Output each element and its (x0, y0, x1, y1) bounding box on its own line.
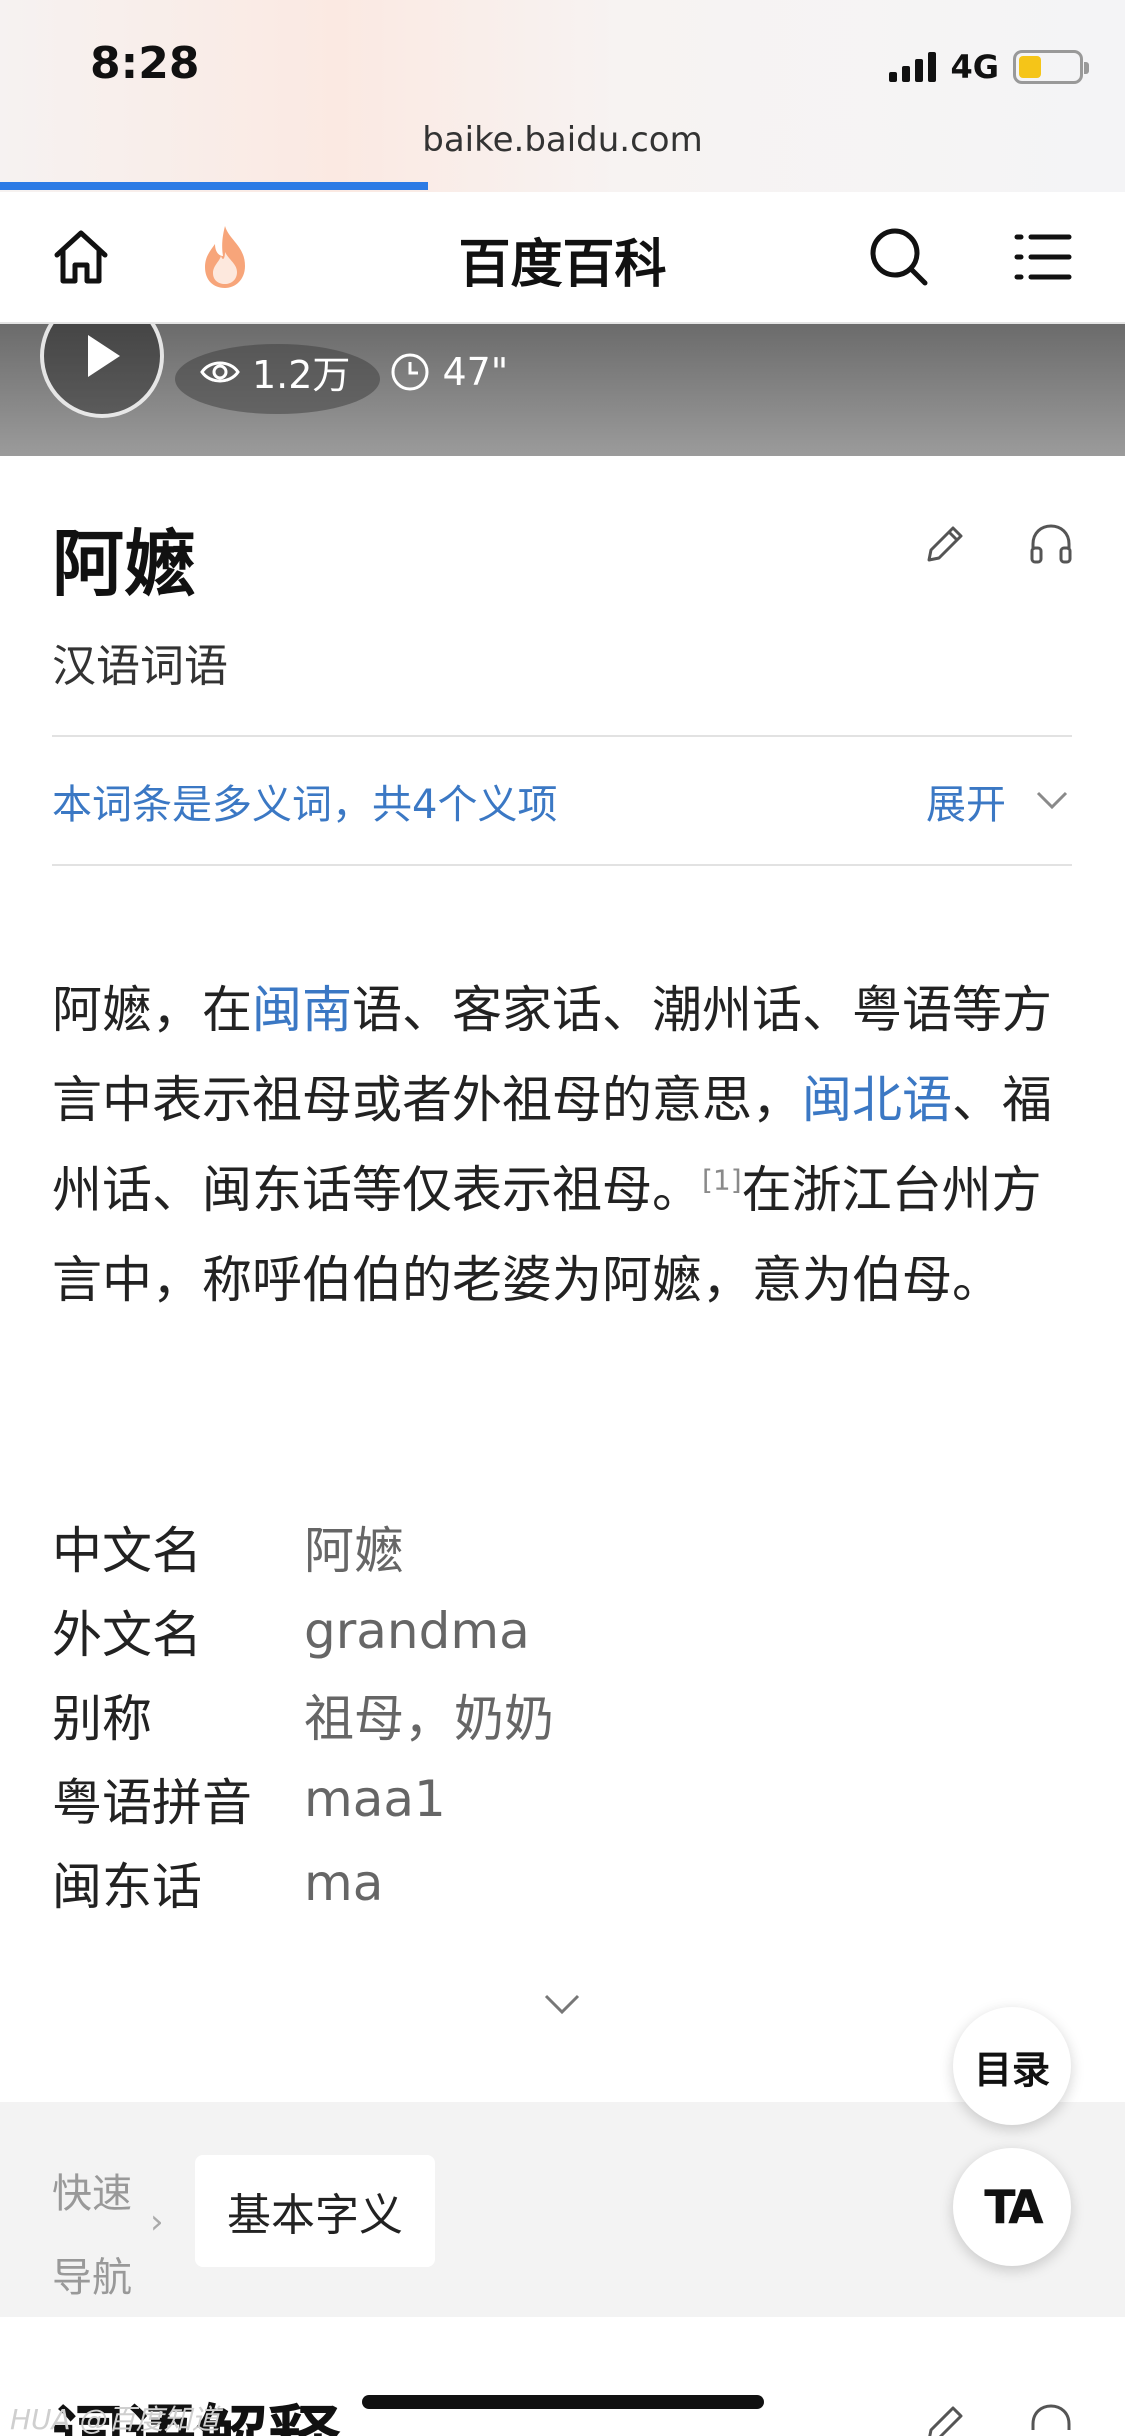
search-icon[interactable] (864, 222, 934, 292)
listen-headphones-icon[interactable] (1027, 520, 1075, 572)
status-icons: 4G (889, 48, 1089, 86)
site-title: 百度百科 (458, 235, 667, 295)
link-minbei[interactable]: 闽北语 (802, 1071, 952, 1129)
menu-icon[interactable] (1008, 222, 1078, 292)
quick-nav-chip[interactable]: 基本字义 (195, 2155, 435, 2267)
video-duration: 47" (442, 349, 509, 394)
info-row: 中文名 阿嬷 (52, 1522, 404, 1580)
chevron-down-icon (1036, 791, 1068, 810)
chevron-right-icon: › (150, 2202, 164, 2242)
eye-icon (200, 361, 240, 382)
watermark: HUA @百度知道 (10, 2403, 220, 2436)
site-navbar: 百度百科 (0, 192, 1125, 324)
edit-icon[interactable] (921, 520, 969, 572)
edit-icon[interactable] (921, 2400, 969, 2436)
video-banner[interactable]: 1.2万 47" (0, 324, 1125, 456)
play-icon[interactable] (40, 324, 164, 418)
polysemy-notice[interactable]: 本词条是多义词，共4个义项 (52, 772, 557, 830)
entry-title: 阿嬷 (52, 522, 197, 606)
browser-chrome: 8:28 4G baike.baidu.com (0, 0, 1125, 192)
signal-icon (889, 52, 937, 82)
section-actions (921, 2400, 1075, 2436)
home-icon[interactable] (46, 222, 116, 292)
reference-marker[interactable]: [1] (702, 1163, 742, 1196)
divider (52, 735, 1072, 737)
toc-button[interactable]: 目录 (953, 2007, 1071, 2125)
info-row: 闽东话 ma (52, 1854, 384, 1916)
expand-label: 展开 (926, 782, 1006, 828)
info-row: 外文名 grandma (52, 1602, 530, 1664)
entry-subtitle: 汉语词语 (52, 641, 228, 692)
info-row: 粤语拼音 maa1 (52, 1770, 446, 1832)
font-size-icon: TA (984, 2180, 1043, 2234)
home-indicator[interactable] (362, 2395, 764, 2409)
basic-info-box: 中文名 阿嬷 外文名 grandma 别称 祖母，奶奶 粤语拼音 maa1 闽东… (52, 1505, 554, 1925)
font-size-button[interactable]: TA (953, 2148, 1071, 2266)
video-meta: 1.2万 47" (200, 344, 508, 399)
entry-summary: 阿嬷，在闽南语、客家话、潮州话、粤语等方言中表示祖母或者外祖母的意思，闽北语、福… (52, 981, 1052, 1309)
hot-flame-icon[interactable] (190, 222, 260, 292)
video-views: 1.2万 (252, 353, 351, 397)
load-progress-bar (0, 182, 428, 190)
toc-label: 目录 (973, 2047, 1050, 2092)
url-bar[interactable]: baike.baidu.com (0, 120, 1125, 160)
divider (52, 864, 1072, 866)
quick-nav-label: 快速导航 (52, 2171, 132, 2301)
network-type: 4G (950, 48, 999, 86)
listen-headphones-icon[interactable] (1027, 2400, 1075, 2436)
link-minnan[interactable]: 闽南 (252, 981, 352, 1039)
status-time: 8:28 (90, 38, 200, 89)
expand-info-chevron-icon[interactable] (540, 1990, 584, 2022)
title-actions (921, 520, 1075, 572)
battery-icon (1013, 50, 1089, 84)
clock-icon (391, 353, 429, 390)
info-row: 别称 祖母，奶奶 (52, 1690, 554, 1748)
expand-button[interactable]: 展开 (926, 772, 1070, 830)
